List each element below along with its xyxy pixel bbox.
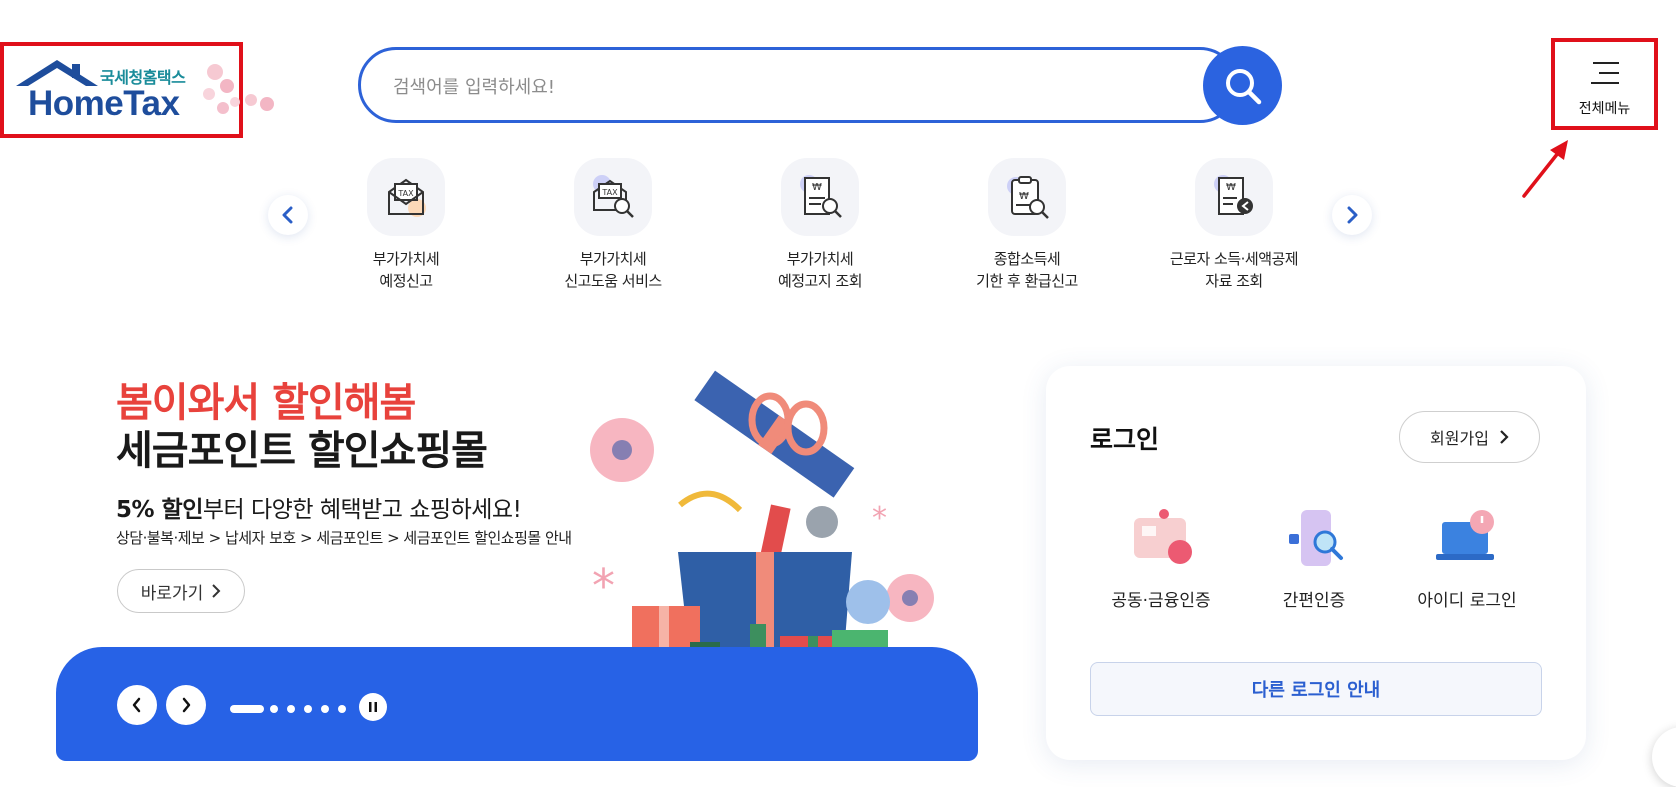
receipt-search-icon: ₩ (781, 158, 859, 236)
slide-dot[interactable] (304, 705, 312, 713)
other-login-guide-button[interactable]: 다른 로그인 안내 (1090, 662, 1542, 716)
laptop-power-icon (1436, 510, 1494, 560)
banner-prev-button[interactable] (117, 685, 157, 725)
quick-service-label: 부가가치세 예정고지 조회 (777, 250, 863, 290)
banner-description: 5% 할인부터 다양한 혜택받고 쇼핑하세요! (116, 490, 522, 524)
svg-text:₩: ₩ (1019, 191, 1029, 202)
quick-next-button[interactable] (1332, 195, 1372, 235)
chevron-right-icon (1347, 206, 1358, 224)
clipboard-search-icon: ₩ (988, 158, 1066, 236)
pause-icon (369, 702, 377, 712)
search-input[interactable] (391, 70, 1155, 104)
full-menu-button[interactable]: 전체메뉴 (1551, 38, 1658, 130)
chevron-right-icon (1500, 430, 1509, 444)
slide-dot[interactable] (287, 705, 295, 713)
slide-dot[interactable] (338, 705, 346, 713)
svg-text:₩: ₩ (1226, 182, 1236, 193)
blossom-decoration-icon (203, 64, 240, 114)
banner-description-rest: 부터 다양한 혜택받고 쇼핑하세요! (202, 497, 522, 523)
signup-label: 회원가입 (1430, 429, 1489, 448)
hamburger-icon (1591, 62, 1619, 84)
search-button[interactable] (1203, 46, 1282, 125)
chevron-right-icon (212, 584, 221, 598)
chevron-left-icon (132, 697, 141, 713)
tax-envelope-icon: TAX (367, 158, 445, 236)
login-option-label: 아이디 로그인 (1417, 591, 1517, 611)
annotation-arrow-icon (1522, 140, 1568, 198)
banner-description-bold: 5% 할인 (116, 497, 203, 523)
svg-text:*: * (872, 501, 887, 536)
goto-button[interactable]: 바로가기 (117, 569, 245, 613)
banner-next-button[interactable] (166, 685, 206, 725)
search-bar (358, 47, 1238, 123)
svg-text:TAX: TAX (397, 189, 414, 198)
blossom-petals-icon (245, 94, 274, 111)
slide-dot[interactable] (270, 705, 278, 713)
signup-button[interactable]: 회원가입 (1399, 411, 1540, 463)
login-option-label: 간편인증 (1282, 591, 1346, 611)
slide-dot[interactable] (321, 705, 329, 713)
quick-service-label: 근로자 소득·세액공제 자료 조회 (1169, 250, 1299, 290)
quick-prev-button[interactable] (268, 195, 308, 235)
svg-text:*: * (592, 559, 615, 613)
login-option-certificate[interactable]: 공동·금융인증 (1086, 506, 1236, 611)
quick-service-label: 부가가치세 신고도움 서비스 (564, 250, 662, 290)
login-title: 로그인 (1090, 425, 1160, 454)
quick-service-label: 부가가치세 예정신고 (372, 250, 440, 290)
scroll-top-button[interactable] (1652, 727, 1676, 787)
tax-search-icon: TAX (574, 158, 652, 236)
svg-text:TAX: TAX (601, 188, 618, 197)
receipt-back-icon: ₩ (1195, 158, 1273, 236)
svg-text:₩: ₩ (812, 182, 822, 193)
phone-search-icon (1289, 510, 1343, 566)
banner-title-line2: 세금포인트 할인쇼핑몰 (116, 428, 488, 474)
slide-dots (230, 705, 346, 713)
goto-label: 바로가기 (140, 583, 204, 604)
search-icon (1225, 68, 1261, 104)
banner-pause-button[interactable] (359, 693, 387, 721)
quick-service-deduction-data[interactable]: ₩ 근로자 소득·세액공제 자료 조회 (1134, 158, 1334, 292)
quick-service-income-refund[interactable]: ₩ 종합소득세 기한 후 환급신고 (927, 158, 1127, 292)
slide-dot-active[interactable] (230, 705, 264, 713)
slide-indicators (230, 700, 350, 713)
quick-service-vat-preliminary[interactable]: TAX 부가가치세 예정신고 (306, 158, 506, 292)
login-option-simple[interactable]: 간편인증 (1239, 506, 1389, 611)
full-menu-label: 전체메뉴 (1578, 101, 1631, 117)
quick-service-vat-help[interactable]: TAX 부가가치세 신고도움 서비스 (513, 158, 713, 292)
chevron-left-icon (282, 206, 293, 224)
login-option-label: 공동·금융인증 (1111, 591, 1211, 611)
login-option-id[interactable]: 아이디 로그인 (1392, 506, 1542, 611)
hometax-logo[interactable]: 국세청홈택스 HomeTax (0, 42, 243, 138)
quick-service-vat-notice[interactable]: ₩ 부가가치세 예정고지 조회 (720, 158, 920, 292)
logo-title: HomeTax (28, 84, 180, 123)
banner-path: 상담·불복·제보 > 납세자 보호 > 세금포인트 > 세금포인트 할인쇼핑몰 … (116, 529, 572, 547)
certificate-card-icon (1134, 509, 1192, 564)
chevron-right-icon (182, 697, 191, 713)
quick-service-label: 종합소득세 기한 후 환급신고 (976, 250, 1078, 290)
login-card: 로그인 회원가입 공동·금융인증 간편인증 아이디 로그인 다른 로그인 안내 (1046, 366, 1586, 760)
